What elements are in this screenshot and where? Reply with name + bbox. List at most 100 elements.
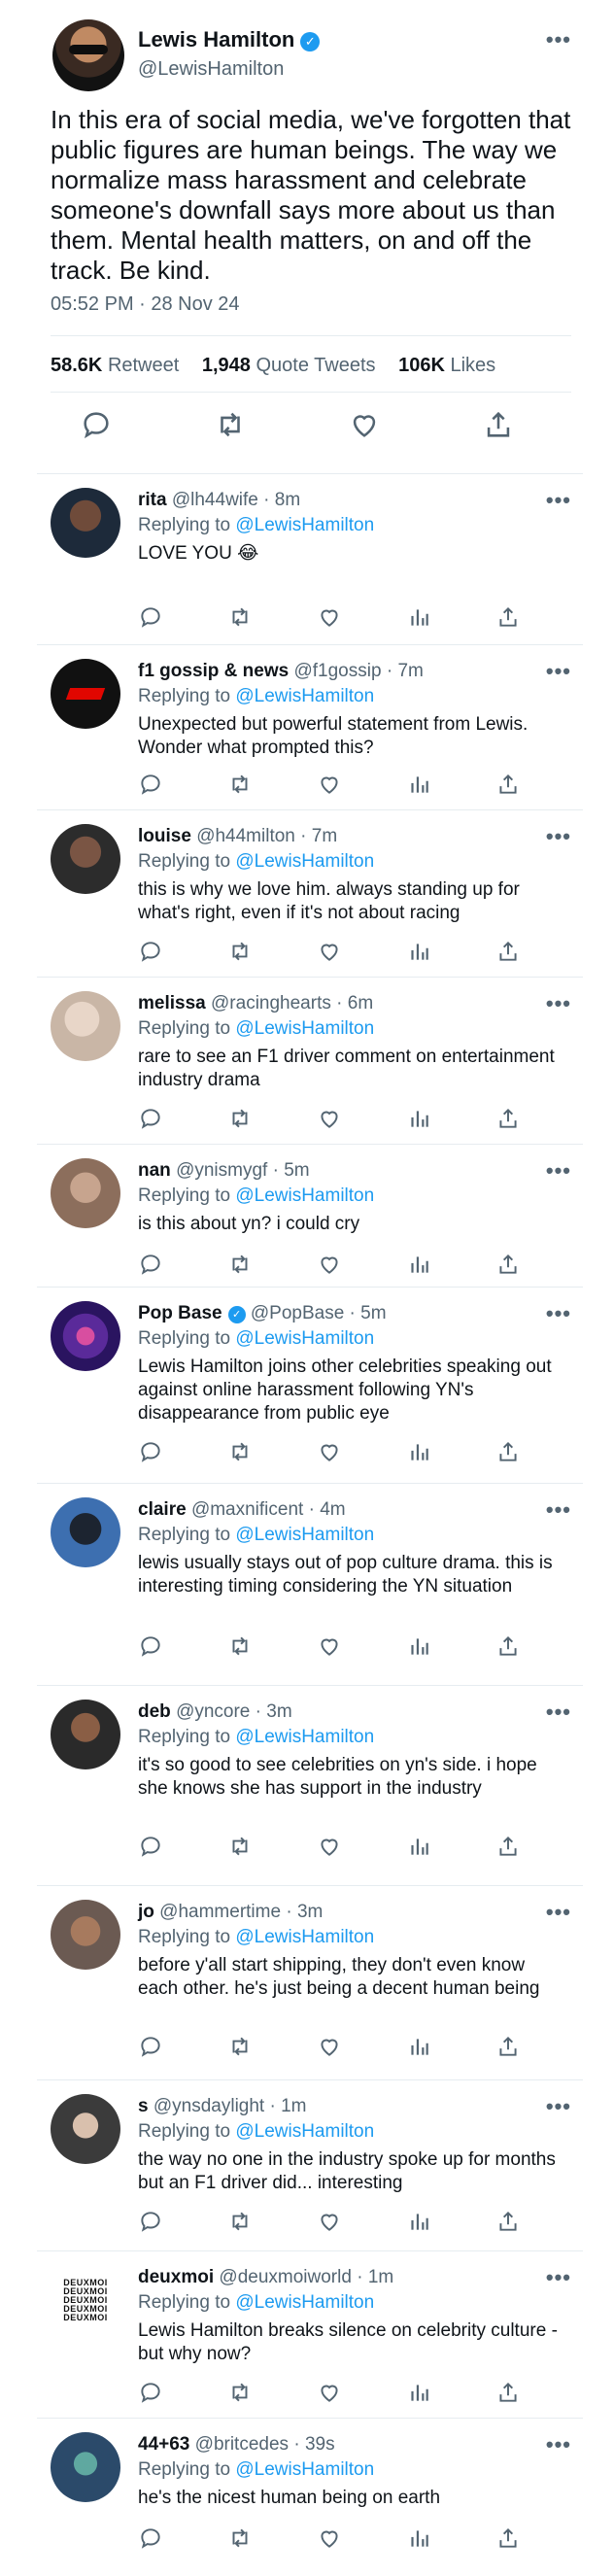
avatar[interactable] <box>51 1700 120 1769</box>
reply-tweet[interactable]: f1 gossip & news @f1gossip · 7m ••• Repl… <box>37 644 583 810</box>
like-icon[interactable] <box>317 2209 342 2234</box>
retweet-icon[interactable] <box>227 2380 253 2405</box>
retweet-icon[interactable] <box>227 1633 253 1659</box>
share-icon[interactable] <box>495 939 521 964</box>
more-options-icon[interactable]: ••• <box>546 1902 571 1923</box>
more-options-icon[interactable]: ••• <box>546 826 571 847</box>
reply-tweet[interactable]: DEUXMOI DEUXMOI DEUXMOI DEUXMOI DEUXMOI … <box>37 2250 583 2419</box>
avatar[interactable] <box>52 19 124 91</box>
reply-icon[interactable] <box>138 1106 163 1131</box>
retweet-icon[interactable] <box>227 2209 253 2234</box>
analytics-icon[interactable] <box>406 772 431 797</box>
avatar[interactable] <box>51 659 120 729</box>
retweet-icon[interactable] <box>227 1439 253 1464</box>
like-icon[interactable] <box>348 408 381 441</box>
author-name[interactable]: nan <box>138 1160 171 1181</box>
author-name[interactable]: jo <box>138 1902 154 1922</box>
reply-tweet[interactable]: s @ynsdaylight · 1m ••• Replying to @Lew… <box>37 2079 583 2251</box>
avatar[interactable] <box>51 1301 120 1371</box>
author-handle[interactable]: @hammertime <box>159 1902 281 1922</box>
author-handle[interactable]: @deuxmoiworld <box>219 2267 352 2287</box>
analytics-icon[interactable] <box>406 1439 431 1464</box>
more-options-icon[interactable]: ••• <box>546 1303 571 1324</box>
share-icon[interactable] <box>495 2380 521 2405</box>
like-icon[interactable] <box>317 2034 342 2059</box>
analytics-icon[interactable] <box>406 1106 431 1131</box>
author-name[interactable]: claire <box>138 1499 187 1520</box>
share-icon[interactable] <box>495 1439 521 1464</box>
analytics-icon[interactable] <box>406 2034 431 2059</box>
retweet-icon[interactable] <box>227 604 253 630</box>
reply-icon[interactable] <box>138 939 163 964</box>
like-icon[interactable] <box>317 1439 342 1464</box>
author-name[interactable]: louise <box>138 826 191 846</box>
mention-link[interactable]: @LewisHamilton <box>235 1328 374 1349</box>
author-handle[interactable]: @h44milton <box>196 826 295 846</box>
reply-tweet[interactable]: deb @yncore · 3m ••• Replying to @LewisH… <box>37 1685 583 1886</box>
more-options-icon[interactable]: ••• <box>546 2267 571 2288</box>
more-options-icon[interactable]: ••• <box>546 2096 571 2117</box>
avatar[interactable] <box>51 1900 120 1970</box>
avatar[interactable] <box>51 824 120 894</box>
share-icon[interactable] <box>495 2525 521 2551</box>
reply-tweet[interactable]: louise @h44milton · 7m ••• Replying to @… <box>37 809 583 978</box>
reply-tweet[interactable]: nan @ynismygf · 5m ••• Replying to @Lewi… <box>37 1144 583 1288</box>
reply-time[interactable]: 7m <box>397 661 423 681</box>
share-icon[interactable] <box>495 2034 521 2059</box>
reply-icon[interactable] <box>138 2525 163 2551</box>
reply-icon[interactable] <box>138 1439 163 1464</box>
share-icon[interactable] <box>495 1252 521 1277</box>
mention-link[interactable]: @LewisHamilton <box>235 851 374 872</box>
author-handle[interactable]: @yncore <box>176 1701 250 1722</box>
mention-link[interactable]: @LewisHamilton <box>235 2121 374 2142</box>
author-handle[interactable]: @britcedes <box>195 2434 289 2455</box>
author-name[interactable]: melissa <box>138 993 206 1013</box>
reply-time[interactable]: 1m <box>368 2267 393 2287</box>
mention-link[interactable]: @LewisHamilton <box>235 1927 374 1947</box>
retweet-icon[interactable] <box>227 772 253 797</box>
author-handle[interactable]: @ynismygf <box>176 1160 267 1181</box>
analytics-icon[interactable] <box>406 604 431 630</box>
more-options-icon[interactable]: ••• <box>546 993 571 1014</box>
tweet-timestamp[interactable]: 05:52 PM · 28 Nov 24 <box>51 293 240 316</box>
author-name[interactable]: Pop Base <box>138 1303 222 1323</box>
mention-link[interactable]: @LewisHamilton <box>235 1018 374 1039</box>
like-icon[interactable] <box>317 1252 342 1277</box>
more-options-icon[interactable]: ••• <box>546 1499 571 1521</box>
reply-time[interactable]: 3m <box>297 1902 323 1922</box>
reply-tweet[interactable]: jo @hammertime · 3m ••• Replying to @Lew… <box>37 1885 583 2080</box>
author-name[interactable]: 44+63 <box>138 2434 189 2455</box>
retweet-icon[interactable] <box>227 1106 253 1131</box>
more-options-icon[interactable]: ••• <box>546 1160 571 1182</box>
reply-time[interactable]: 3m <box>266 1701 291 1722</box>
analytics-icon[interactable] <box>406 1834 431 1859</box>
reply-icon[interactable] <box>138 2209 163 2234</box>
reply-tweet[interactable]: Pop Base ✓ @PopBase · 5m ••• Replying to … <box>37 1287 583 1484</box>
reply-time[interactable]: 6m <box>348 993 373 1013</box>
reply-time[interactable]: 39s <box>305 2434 335 2455</box>
reply-icon[interactable] <box>138 772 163 797</box>
retweet-icon[interactable] <box>227 939 253 964</box>
avatar[interactable] <box>51 1158 120 1228</box>
mention-link[interactable]: @LewisHamilton <box>235 2292 374 2313</box>
analytics-icon[interactable] <box>406 1252 431 1277</box>
author-handle[interactable]: @LewisHamilton <box>138 58 284 81</box>
reply-time[interactable]: 4m <box>320 1499 345 1520</box>
like-icon[interactable] <box>317 1834 342 1859</box>
author-name[interactable]: f1 gossip & news <box>138 661 289 681</box>
author-handle[interactable]: @f1gossip <box>293 661 381 681</box>
avatar[interactable] <box>51 2432 120 2502</box>
author-name[interactable]: s <box>138 2096 149 2116</box>
avatar[interactable] <box>51 991 120 1061</box>
analytics-icon[interactable] <box>406 1633 431 1659</box>
reply-icon[interactable] <box>138 1252 163 1277</box>
share-icon[interactable] <box>495 1106 521 1131</box>
analytics-icon[interactable] <box>406 939 431 964</box>
avatar[interactable] <box>51 1497 120 1567</box>
like-icon[interactable] <box>317 604 342 630</box>
reply-icon[interactable] <box>138 2380 163 2405</box>
author-name[interactable]: rita <box>138 490 167 510</box>
like-icon[interactable] <box>317 2525 342 2551</box>
mention-link[interactable]: @LewisHamilton <box>235 515 374 535</box>
author-handle[interactable]: @PopBase <box>251 1303 344 1323</box>
